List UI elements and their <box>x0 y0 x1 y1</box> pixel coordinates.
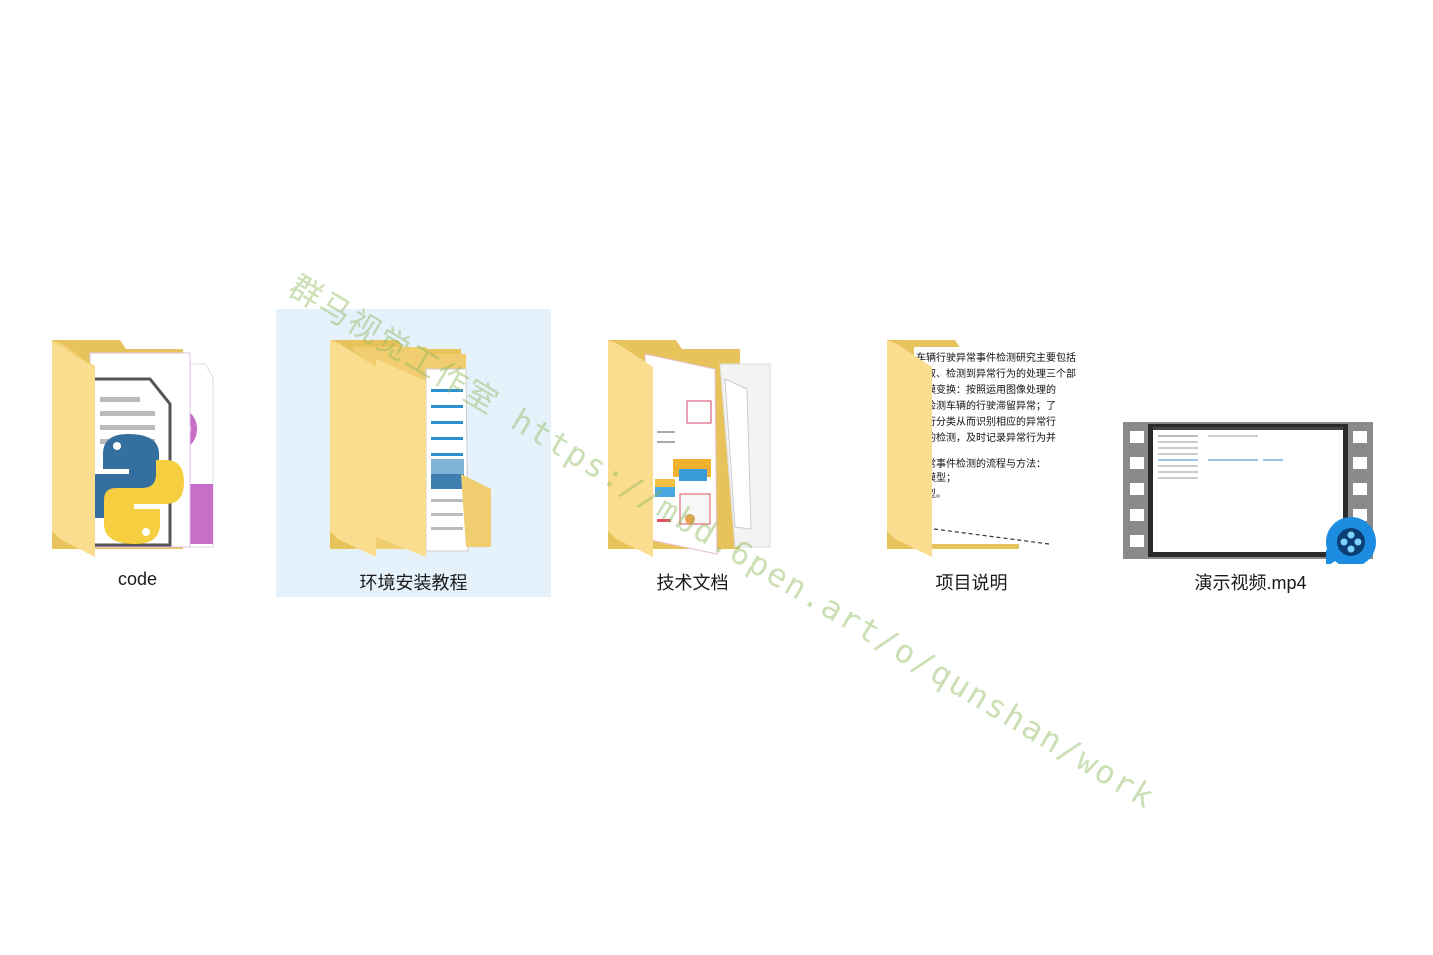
preview-line: 车辆行驶异常事件检测研究主要包括 <box>916 351 1076 364</box>
item-label: 环境安装教程 <box>359 573 468 593</box>
preview-line: 提取、检测到异常行为的处理三个部 <box>916 367 1076 380</box>
pdf-folder-icon <box>608 340 771 557</box>
file-item-demo-video[interactable]: 演示视频.mp4 <box>1113 309 1388 597</box>
item-label: code <box>117 569 158 589</box>
python-folder-icon <box>51 339 214 557</box>
file-explorer-view: code 环境安装教程 技术文档 车辆行驶异常事件检测研究主要包括 提取、检测到… <box>0 0 1433 955</box>
preview-line: ，检测车辆的行驶滞留异常；了 <box>916 399 1056 412</box>
item-label: 演示视频.mp4 <box>1194 573 1307 593</box>
item-label: 项目说明 <box>935 573 1008 593</box>
folder-item-project-desc[interactable]: 车辆行驶异常事件检测研究主要包括 提取、检测到异常行为的处理三个部 速模变换：按… <box>834 309 1109 597</box>
text-folder-icon: 车辆行驶异常事件检测研究主要包括 提取、检测到异常行为的处理三个部 速模变换：按… <box>887 340 1076 557</box>
item-label: 技术文档 <box>656 573 729 593</box>
folder-item-code[interactable]: code <box>0 309 275 597</box>
preview-line: 异常事件检测的流程与方法： <box>916 457 1046 470</box>
preview-line: 速模变换：按照运用图像处理的 <box>916 383 1056 396</box>
document-folder-icon <box>330 340 491 557</box>
folder-item-tech-docs[interactable]: 技术文档 <box>555 309 830 597</box>
video-file-icon <box>1123 422 1376 564</box>
preview-line: 进行分类从而识别相应的异常行 <box>916 415 1056 428</box>
folder-item-env-setup[interactable]: 环境安装教程 <box>276 309 551 597</box>
preview-line: 为的检测，及时记录异常行为并 <box>916 431 1056 444</box>
